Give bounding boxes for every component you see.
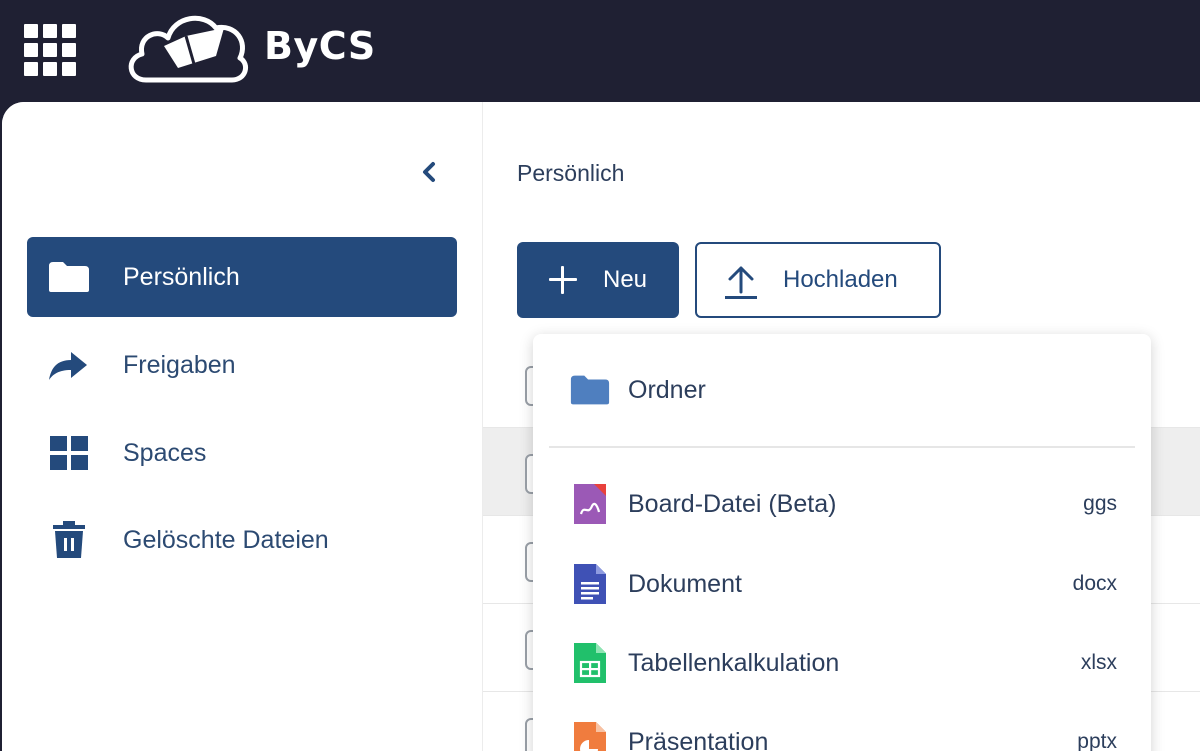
file-extension: docx [1072, 572, 1117, 595]
file-extension: pptx [1077, 730, 1117, 751]
menu-item-dokument[interactable]: Dokument docx [533, 548, 1151, 620]
top-bar: ByCS [0, 0, 1200, 102]
grid-icon [47, 435, 91, 471]
share-arrow-icon [47, 347, 91, 383]
upload-button[interactable]: Hochladen [695, 242, 941, 318]
menu-item-label: Ordner [628, 375, 706, 404]
new-button-label: Neu [603, 266, 648, 293]
trash-icon [47, 521, 91, 558]
sidebar-item-label: Persönlich [123, 262, 240, 291]
menu-item-label: Board-Datei (Beta) [628, 489, 837, 518]
upload-button-label: Hochladen [783, 266, 898, 293]
cloud-logo-icon [128, 15, 249, 83]
sidebar-item-geloeschte-dateien[interactable]: Gelöschte Dateien [27, 500, 457, 580]
bycs-logo[interactable]: ByCS [124, 6, 376, 86]
apps-grid-icon[interactable] [22, 22, 78, 78]
sidebar-item-persoenlich[interactable]: Persönlich [27, 237, 457, 317]
board-file-icon [569, 481, 611, 527]
new-menu-dropdown: Ordner Board-Datei (Beta) ggs Dokument d… [533, 334, 1151, 751]
sidebar-item-label: Gelöschte Dateien [123, 525, 329, 554]
sidebar-item-label: Freigaben [123, 350, 236, 379]
sidebar-item-spaces[interactable]: Spaces [27, 413, 457, 493]
sidebar-item-freigaben[interactable]: Freigaben [27, 325, 457, 405]
spreadsheet-icon [569, 640, 611, 686]
chevron-left-icon[interactable] [416, 158, 442, 186]
presentation-icon [569, 719, 611, 751]
menu-item-board-datei[interactable]: Board-Datei (Beta) ggs [533, 468, 1151, 540]
brand-name: ByCS [264, 24, 376, 68]
sidebar: Persönlich Freigaben Spaces Gelöschte Da… [2, 102, 482, 751]
folder-icon [569, 367, 611, 413]
document-icon [569, 561, 611, 607]
file-extension: xlsx [1080, 651, 1117, 674]
breadcrumb[interactable]: Persönlich [517, 160, 624, 187]
folder-icon [47, 259, 91, 295]
menu-item-label: Dokument [628, 569, 742, 598]
menu-item-ordner[interactable]: Ordner [533, 354, 1151, 426]
sidebar-item-label: Spaces [123, 438, 207, 467]
menu-item-praesentation[interactable]: Präsentation pptx [533, 706, 1151, 751]
new-button[interactable]: Neu [517, 242, 679, 318]
menu-divider [549, 446, 1135, 448]
file-extension: ggs [1083, 492, 1117, 515]
menu-item-label: Präsentation [628, 727, 769, 751]
menu-item-tabellenkalkulation[interactable]: Tabellenkalkulation xlsx [533, 627, 1151, 699]
menu-item-label: Tabellenkalkulation [628, 648, 840, 677]
upload-icon [721, 262, 761, 302]
plus-icon [549, 266, 577, 294]
